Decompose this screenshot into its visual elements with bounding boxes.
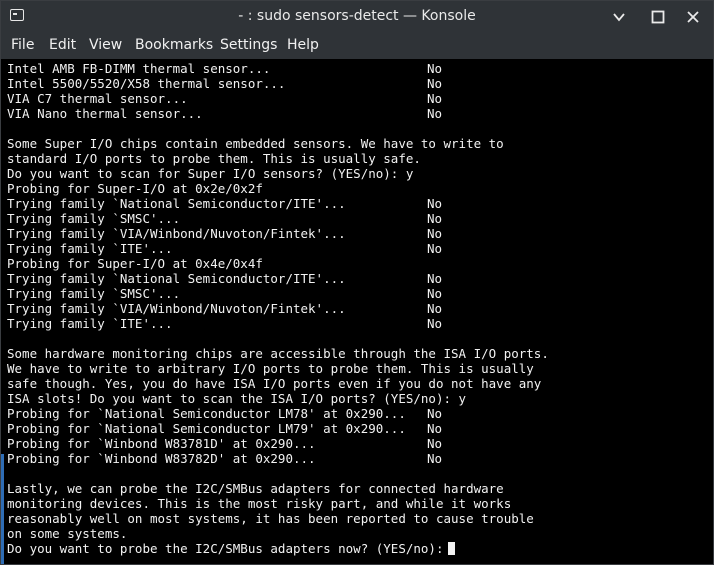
terminal-line: Probing for Super-I/O at 0x4e/0x4f — [7, 256, 263, 271]
terminal-line: Trying family `VIA/Winbond/Nuvoton/Finte… — [7, 301, 346, 316]
terminal-line-result: No — [427, 406, 443, 421]
terminal-line: Trying family `VIA/Winbond/Nuvoton/Finte… — [7, 226, 346, 241]
terminal-line-result: No — [427, 91, 443, 106]
terminal-line-result: No — [427, 316, 443, 331]
terminal-line: Trying family `SMSC'... — [7, 211, 181, 226]
menu-bar: File Edit View Bookmarks Settings Help — [1, 32, 713, 59]
terminal-line-result: No — [427, 436, 443, 451]
text-cursor — [447, 542, 455, 555]
terminal-line: Do you want to scan for Super I/O sensor… — [7, 166, 414, 181]
maximize-button[interactable] — [645, 4, 671, 30]
terminal-line-result: No — [427, 301, 443, 316]
terminal-line-result: No — [427, 286, 443, 301]
scroll-position-marker — [1, 454, 4, 564]
close-button[interactable] — [680, 4, 706, 30]
terminal-line: Probing for `National Semiconductor LM78… — [7, 406, 406, 421]
terminal-line: safe though. Yes, you do have ISA I/O po… — [7, 376, 542, 391]
terminal-line-result: No — [427, 226, 443, 241]
minimize-icon — [613, 13, 625, 22]
menu-view[interactable]: View — [89, 37, 122, 53]
menu-file[interactable]: File — [11, 37, 34, 53]
menu-help[interactable]: Help — [287, 37, 319, 53]
terminal-line-result: No — [427, 106, 443, 121]
terminal-line-result: No — [427, 76, 443, 91]
terminal-output[interactable]: Intel AMB FB-DIMM thermal sensor... No Int… — [1, 59, 713, 564]
terminal-line: Trying family `National Semiconductor/IT… — [7, 196, 346, 211]
menu-settings[interactable]: Settings — [220, 37, 277, 53]
terminal-line: Trying family `ITE'... — [7, 241, 173, 256]
terminal-line: Trying family `National Semiconductor/IT… — [7, 271, 346, 286]
terminal-line: We have to write to arbitrary I/O ports … — [7, 361, 534, 376]
terminal-line: VIA Nano thermal sensor... — [7, 106, 203, 121]
terminal-line: Probing for `Winbond W83781D' at 0x290..… — [7, 436, 316, 451]
terminal-line-result: No — [427, 451, 443, 466]
terminal-line: Some hardware monitoring chips are acces… — [7, 346, 549, 361]
terminal-line: VIA C7 thermal sensor... — [7, 91, 188, 106]
terminal-line: Probing for Super-I/O at 0x2e/0x2f — [7, 181, 263, 196]
terminal-line: ISA slots! Do you want to scan the ISA I… — [7, 391, 467, 406]
terminal-line: Trying family `ITE'... — [7, 316, 173, 331]
terminal-line: Intel 5500/5520/X58 thermal sensor... — [7, 76, 286, 91]
maximize-icon — [651, 10, 665, 24]
close-icon — [687, 11, 699, 23]
konsole-window: - : sudo sensors-detect — Konsole File E… — [0, 0, 714, 565]
terminal-line-result: No — [427, 211, 443, 226]
terminal-line-result: No — [427, 271, 443, 286]
terminal-line: reasonably well on most systems, it has … — [7, 511, 534, 526]
terminal-prompt: Do you want to probe the I2C/SMBus adapt… — [7, 541, 455, 556]
terminal-line: Probing for `National Semiconductor LM79… — [7, 421, 406, 436]
menu-bookmarks[interactable]: Bookmarks — [135, 37, 213, 53]
menu-edit[interactable]: Edit — [49, 37, 76, 53]
terminal-line-result: No — [427, 61, 443, 76]
terminal-line: Trying family `SMSC'... — [7, 286, 181, 301]
terminal-line-result: No — [427, 421, 443, 436]
terminal-line: Some Super I/O chips contain embedded se… — [7, 136, 504, 151]
terminal-line: monitoring devices. This is the most ris… — [7, 496, 512, 511]
terminal-line: on some systems. — [7, 526, 128, 541]
minimize-button[interactable] — [606, 4, 632, 30]
terminal-line-result: No — [427, 241, 443, 256]
title-bar[interactable]: - : sudo sensors-detect — Konsole — [1, 1, 713, 32]
terminal-line-result: No — [427, 196, 443, 211]
terminal-line: Lastly, we can probe the I2C/SMBus adapt… — [7, 481, 504, 496]
terminal-line: Probing for `Winbond W83782D' at 0x290..… — [7, 451, 316, 466]
terminal-line: standard I/O ports to probe them. This i… — [7, 151, 421, 166]
terminal-line: Intel AMB FB-DIMM thermal sensor... — [7, 61, 271, 76]
